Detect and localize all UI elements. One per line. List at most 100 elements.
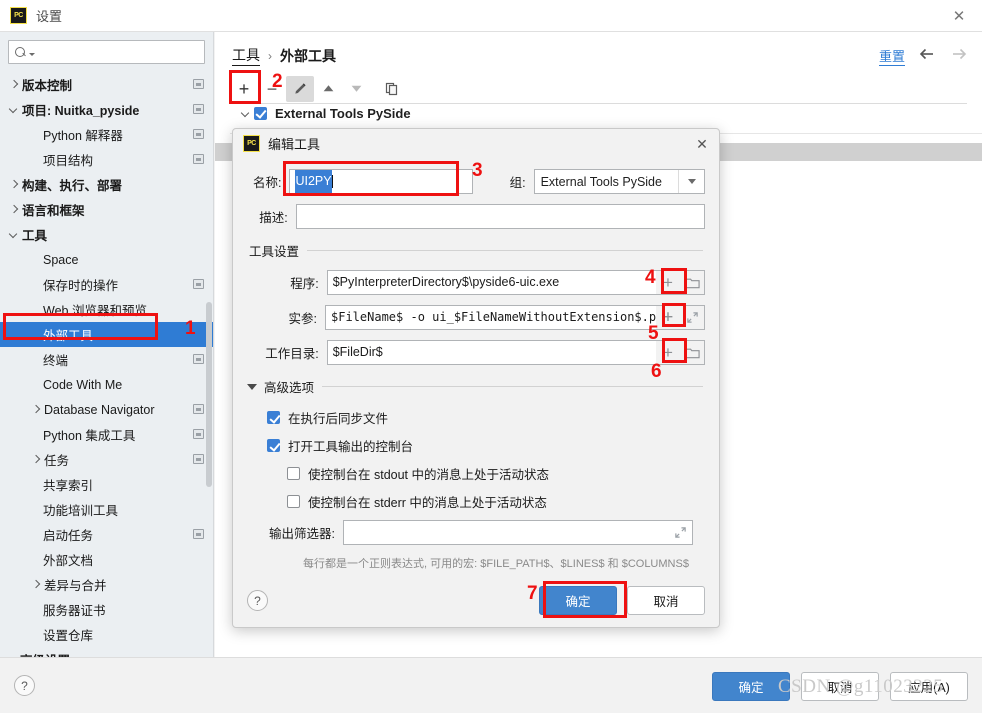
chevron-down-icon[interactable]	[8, 229, 19, 240]
breadcrumb-root[interactable]: 工具	[232, 45, 260, 66]
watermark: CSDN @g11023225	[778, 676, 944, 697]
sidebar-item-21[interactable]: 服务器证书	[0, 597, 213, 622]
group-label: External Tools PySide	[275, 106, 411, 121]
checkbox[interactable]	[267, 439, 280, 452]
arguments-label: 实参:	[288, 312, 317, 326]
project-scope-icon	[193, 354, 204, 364]
forward-arrow-icon[interactable]	[950, 45, 968, 63]
checkbox[interactable]	[267, 411, 280, 424]
annotation-number-7: 7	[527, 583, 538, 604]
sidebar-item-2[interactable]: Python 解释器	[0, 122, 213, 147]
sidebar-item-1[interactable]: 项目: Nuitka_pyside	[0, 97, 213, 122]
chevron-down-icon[interactable]	[240, 108, 251, 119]
move-up-button[interactable]	[314, 76, 342, 102]
search-input[interactable]	[39, 44, 198, 60]
advanced-option-3[interactable]: 使控制台在 stderr 中的消息上处于活动状态	[267, 492, 719, 511]
group-checkbox[interactable]	[254, 107, 267, 120]
checkbox[interactable]	[287, 495, 300, 508]
working-dir-label: 工作目录:	[265, 347, 319, 361]
advanced-option-1[interactable]: 打开工具输出的控制台	[267, 436, 719, 455]
advanced-option-label: 使控制台在 stderr 中的消息上处于活动状态	[308, 496, 547, 510]
project-scope-icon	[193, 154, 204, 164]
group-field-label: 组:	[509, 176, 526, 190]
chevron-right-icon[interactable]	[8, 204, 19, 215]
external-tools-group-row[interactable]: External Tools PySide	[230, 104, 967, 123]
sidebar-item-6[interactable]: 工具	[0, 222, 213, 247]
breadcrumb: 工具 › 外部工具	[232, 45, 336, 66]
sidebar-item-12[interactable]: Code With Me	[0, 372, 213, 397]
sidebar-item-label: 构建、执行、部署	[22, 179, 123, 193]
dialog-close-icon[interactable]: ✕	[691, 133, 713, 155]
sidebar-item-3[interactable]: 项目结构	[0, 147, 213, 172]
advanced-option-label: 在执行后同步文件	[288, 412, 389, 426]
advanced-option-0[interactable]: 在执行后同步文件	[267, 408, 719, 427]
chevron-down-icon[interactable]	[8, 104, 19, 115]
sidebar-item-label: Space	[43, 252, 79, 267]
edit-tool-button[interactable]	[286, 75, 314, 102]
sidebar-item-label: 工具	[22, 229, 48, 243]
window-titlebar: PC 设置 ✕	[0, 0, 982, 32]
sidebar-item-16[interactable]: 共享索引	[0, 472, 213, 497]
chevron-right-icon[interactable]	[30, 579, 41, 590]
chevron-right-icon[interactable]	[30, 454, 41, 465]
sidebar-item-5[interactable]: 语言和框架	[0, 197, 213, 222]
program-input-value: $PyInterpreterDirectory$\pyside6-uic.exe	[332, 275, 560, 289]
sidebar-item-11[interactable]: 终端	[0, 347, 213, 372]
sidebar-item-19[interactable]: 外部文档	[0, 547, 213, 572]
sidebar-item-4[interactable]: 构建、执行、部署	[0, 172, 213, 197]
project-scope-icon	[193, 104, 204, 114]
chevron-down-icon[interactable]	[247, 383, 257, 390]
annotation-number-3: 3	[472, 160, 483, 181]
output-filter-row: 输出筛选器:	[233, 520, 719, 545]
dialog-cancel-button[interactable]: 取消	[627, 586, 705, 615]
sidebar-item-label: 版本控制	[22, 79, 73, 93]
sidebar-item-label: Code With Me	[43, 377, 123, 392]
sidebar-item-8[interactable]: 保存时的操作	[0, 272, 213, 297]
sidebar-scrollbar[interactable]	[206, 302, 212, 487]
annotation-box-3	[283, 161, 459, 196]
chevron-down-icon[interactable]	[678, 170, 704, 193]
sidebar-item-14[interactable]: Python 集成工具	[0, 422, 213, 447]
chevron-right-icon[interactable]	[8, 179, 19, 190]
reset-link[interactable]: 重置	[878, 46, 905, 66]
sidebar-item-label: 语言和框架	[22, 204, 85, 218]
sidebar-item-label: Database Navigator	[44, 402, 155, 417]
sidebar-item-0[interactable]: 版本控制	[0, 72, 213, 97]
pycharm-logo-icon: PC	[10, 7, 27, 24]
copy-tool-button[interactable]	[378, 76, 406, 102]
description-input[interactable]	[295, 204, 705, 229]
sidebar-item-7[interactable]: Space	[0, 247, 213, 272]
up-arrow-icon	[323, 85, 333, 92]
sidebar-item-label: 共享索引	[43, 479, 94, 493]
advanced-option-2[interactable]: 使控制台在 stdout 中的消息上处于活动状态	[267, 464, 719, 483]
back-arrow-icon[interactable]	[918, 45, 936, 63]
dialog-help-button[interactable]: ?	[247, 590, 268, 611]
chevron-right-icon[interactable]	[30, 404, 41, 415]
sidebar-item-17[interactable]: 功能培训工具	[0, 497, 213, 522]
sidebar-item-22[interactable]: 设置仓库	[0, 622, 213, 647]
advanced-option-label: 使控制台在 stdout 中的消息上处于活动状态	[308, 468, 549, 482]
advanced-options-label: 高级选项	[264, 381, 315, 395]
working-dir-row: 工作目录: $FileDir$ +	[233, 340, 719, 365]
window-help-button[interactable]: ?	[14, 675, 35, 696]
copy-icon	[385, 82, 398, 95]
advanced-options-section[interactable]: 高级选项	[247, 377, 703, 396]
annotation-box-7	[543, 581, 627, 618]
edit-tool-dialog: PC 编辑工具 ✕ 名称: UI2PY 组: External Tools Py…	[232, 128, 720, 628]
search-box[interactable]	[8, 40, 205, 64]
move-down-button[interactable]	[342, 76, 370, 102]
close-icon[interactable]: ✕	[936, 0, 982, 31]
sidebar-item-15[interactable]: 任务	[0, 447, 213, 472]
output-filter-hint: 每行都是一个正则表达式, 可用的宏: $FILE_PATH$、$LINES$ 和…	[303, 558, 689, 570]
annotation-box-4	[661, 268, 687, 294]
search-dropdown-icon[interactable]	[29, 52, 35, 56]
sidebar-item-13[interactable]: Database Navigator	[0, 397, 213, 422]
output-filter-input[interactable]	[343, 520, 693, 545]
chevron-right-icon[interactable]	[8, 79, 19, 90]
annotation-box-1	[3, 313, 158, 340]
checkbox[interactable]	[287, 467, 300, 480]
sidebar-item-18[interactable]: 启动任务	[0, 522, 213, 547]
expand-editor-button[interactable]	[668, 521, 692, 544]
group-combobox[interactable]: External Tools PySide	[533, 169, 705, 194]
sidebar-item-20[interactable]: 差异与合并	[0, 572, 213, 597]
